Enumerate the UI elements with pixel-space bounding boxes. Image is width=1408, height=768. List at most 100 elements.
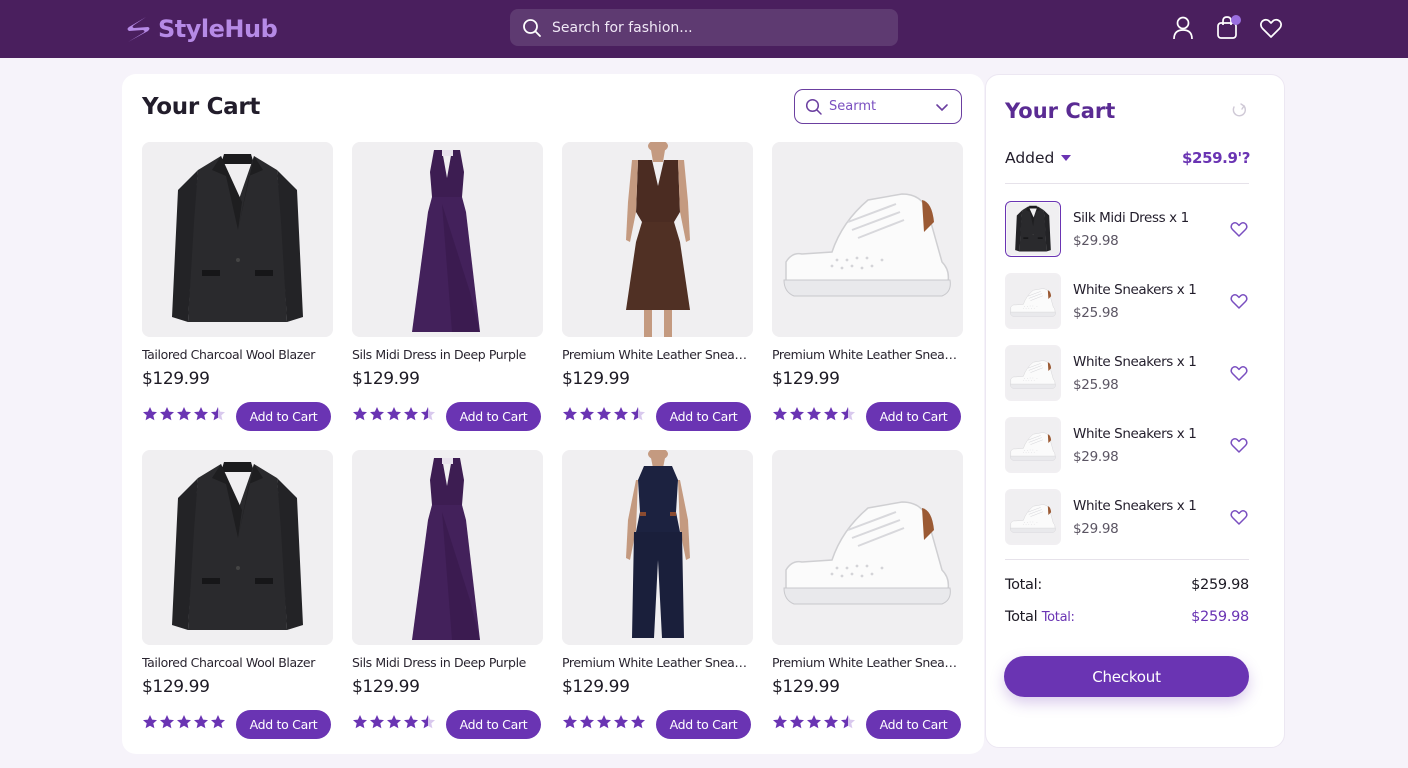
search-input[interactable]	[552, 19, 872, 36]
star-icon	[369, 714, 385, 734]
filter-label: Added	[1005, 149, 1055, 167]
cart-item[interactable]: White Sneakers x 1 $29.98	[1005, 489, 1249, 545]
product-image[interactable]	[142, 450, 333, 645]
rating-stars	[772, 406, 856, 426]
cart-subtotal: $259.9'?	[1182, 149, 1250, 167]
product-price: $129.99	[562, 677, 630, 697]
grand-total-value: $259.98	[1191, 609, 1249, 625]
product-name[interactable]: Premium White Leather Sneaker...	[772, 347, 963, 362]
product-image[interactable]	[772, 142, 963, 337]
product-card[interactable]: Premium White Leather Sneaker... $129.99…	[772, 450, 963, 745]
add-to-cart-button[interactable]: Add to Cart	[236, 401, 331, 431]
product-card[interactable]: Premium White Leather Sneaker... $129.99…	[562, 142, 753, 437]
rating-stars	[142, 406, 226, 426]
product-price: $129.99	[772, 369, 840, 389]
product-card[interactable]: Sils Midi Dress in Deep Purple $129.99 A…	[352, 450, 543, 745]
rating-stars	[142, 714, 226, 734]
product-image[interactable]	[772, 450, 963, 645]
heart-icon[interactable]	[1258, 14, 1284, 42]
cart-item-thumbnail[interactable]	[1005, 345, 1061, 401]
star-icon	[193, 714, 209, 734]
add-to-cart-button[interactable]: Add to Cart	[236, 709, 331, 739]
star-icon	[562, 714, 578, 734]
rating-stars	[352, 714, 436, 734]
product-name[interactable]: Premium White Leather Sneaker...	[562, 347, 753, 362]
shopping-bag-icon[interactable]	[1214, 14, 1241, 42]
product-grid: Tailored Charcoal Wool Blazer $129.99 Ad…	[142, 142, 963, 745]
user-icon[interactable]	[1170, 14, 1196, 42]
product-name[interactable]: Tailored Charcoal Wool Blazer	[142, 347, 333, 362]
product-card[interactable]: Tailored Charcoal Wool Blazer $129.99 Ad…	[142, 450, 333, 745]
product-image[interactable]	[352, 142, 543, 337]
cart-item-name: White Sneakers x 1	[1073, 353, 1197, 370]
heart-icon[interactable]	[1229, 291, 1249, 311]
cart-item-thumbnail[interactable]	[1005, 417, 1061, 473]
heart-icon[interactable]	[1229, 435, 1249, 455]
sort-dropdown[interactable]: Searmt	[794, 89, 962, 124]
star-icon	[789, 406, 805, 426]
product-card[interactable]: Premium White Leather Sneaker... $129.99…	[562, 450, 753, 745]
global-search[interactable]	[510, 9, 898, 46]
caret-down-icon	[1061, 155, 1072, 161]
star-icon	[352, 406, 368, 426]
sort-value: Searmt	[829, 99, 877, 114]
product-price: $129.99	[562, 369, 630, 389]
product-image[interactable]	[142, 142, 333, 337]
product-card[interactable]: Sils Midi Dress in Deep Purple $129.99 A…	[352, 142, 543, 437]
product-image[interactable]	[352, 450, 543, 645]
divider	[1005, 559, 1249, 560]
product-name[interactable]: Tailored Charcoal Wool Blazer	[142, 655, 333, 670]
star-icon	[840, 406, 856, 426]
product-card[interactable]: Tailored Charcoal Wool Blazer $129.99 Ad…	[142, 142, 333, 437]
product-name[interactable]: Premium White Leather Sneaker...	[772, 655, 963, 670]
heart-icon[interactable]	[1229, 219, 1249, 239]
cart-item-name: White Sneakers x 1	[1073, 281, 1197, 298]
product-image[interactable]	[562, 450, 753, 645]
brand-logo[interactable]: StyleHub	[124, 12, 278, 46]
star-icon	[193, 406, 209, 426]
heart-icon[interactable]	[1229, 507, 1249, 527]
cart-item[interactable]: Silk Midi Dress x 1 $29.98	[1005, 201, 1249, 257]
cart-item-thumbnail[interactable]	[1005, 201, 1061, 257]
grand-total-label-b: Total:	[1041, 610, 1075, 625]
chevron-down-icon	[936, 103, 948, 111]
refresh-icon[interactable]	[1230, 101, 1248, 119]
cart-filter-dropdown[interactable]: Added	[1005, 149, 1072, 167]
star-icon	[176, 406, 192, 426]
star-icon	[579, 406, 595, 426]
product-name[interactable]: Sils Midi Dress in Deep Purple	[352, 347, 543, 362]
product-price: $129.99	[142, 677, 210, 697]
divider	[1005, 183, 1249, 184]
checkout-button[interactable]: Checkout	[1004, 656, 1249, 697]
cart-item-thumbnail[interactable]	[1005, 489, 1061, 545]
cart-count-badge	[1231, 15, 1241, 25]
product-name[interactable]: Premium White Leather Sneaker...	[562, 655, 753, 670]
rating-stars	[562, 406, 646, 426]
add-to-cart-button[interactable]: Add to Cart	[446, 401, 541, 431]
star-icon	[789, 714, 805, 734]
star-icon	[369, 406, 385, 426]
cart-item-name: White Sneakers x 1	[1073, 497, 1197, 514]
cart-item[interactable]: White Sneakers x 1 $25.98	[1005, 273, 1249, 329]
add-to-cart-button[interactable]: Add to Cart	[446, 709, 541, 739]
total-value: $259.98	[1191, 577, 1249, 593]
star-icon	[806, 406, 822, 426]
product-name[interactable]: Sils Midi Dress in Deep Purple	[352, 655, 543, 670]
cart-item[interactable]: White Sneakers x 1 $25.98	[1005, 345, 1249, 401]
cart-item[interactable]: White Sneakers x 1 $29.98	[1005, 417, 1249, 473]
product-card[interactable]: Premium White Leather Sneaker... $129.99…	[772, 142, 963, 437]
rating-stars	[562, 714, 646, 734]
star-icon	[630, 406, 646, 426]
heart-icon[interactable]	[1229, 363, 1249, 383]
cart-item-price: $25.98	[1073, 376, 1119, 393]
star-icon	[176, 714, 192, 734]
logo-icon	[127, 17, 150, 42]
add-to-cart-button[interactable]: Add to Cart	[866, 709, 961, 739]
add-to-cart-button[interactable]: Add to Cart	[656, 709, 751, 739]
add-to-cart-button[interactable]: Add to Cart	[866, 401, 961, 431]
add-to-cart-button[interactable]: Add to Cart	[656, 401, 751, 431]
product-image[interactable]	[562, 142, 753, 337]
search-icon	[523, 18, 541, 37]
cart-item-thumbnail[interactable]	[1005, 273, 1061, 329]
star-icon	[403, 714, 419, 734]
